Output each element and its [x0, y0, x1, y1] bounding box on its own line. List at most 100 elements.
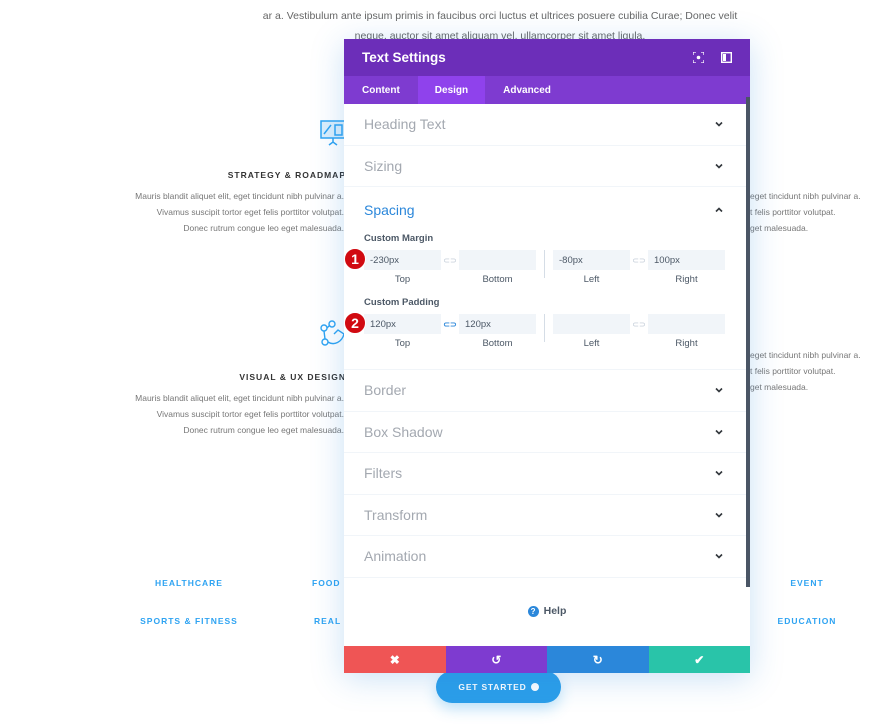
padding-left-label: Left: [583, 338, 600, 349]
section-label: Filters: [364, 465, 403, 482]
service-description: eget tincidunt nibh pulvinar a. t felis …: [750, 347, 880, 395]
margin-left-input[interactable]: [553, 250, 630, 270]
chevron-down-icon: [715, 388, 723, 393]
service-line: eget tincidunt nibh pulvinar a.: [750, 191, 861, 201]
padding-bottom-label: Bottom: [482, 338, 513, 349]
chevron-down-icon: [715, 429, 723, 435]
section-label: Animation: [364, 548, 427, 565]
section-animation[interactable]: Animation: [344, 536, 750, 578]
tab-design[interactable]: Design: [417, 76, 486, 104]
tab-bar: Content Design Advanced: [344, 76, 750, 104]
text-settings-modal: Text Settings Content Design Advanced He…: [344, 39, 750, 673]
chevron-down-icon: [715, 163, 723, 169]
padding-top-input[interactable]: [364, 314, 441, 334]
section-sizing[interactable]: Sizing: [344, 146, 750, 187]
service-line: Donec rutrum congue leo eget malesuada.: [183, 223, 344, 233]
section-label: Transform: [364, 506, 428, 523]
service-line: Mauris blandit aliquet elit, eget tincid…: [135, 393, 344, 403]
service-line: Mauris blandit aliquet elit, eget tincid…: [135, 191, 344, 201]
modal-footer: ✖ ↺ ↻ ✔: [344, 646, 750, 673]
margin-right-label: Right: [675, 274, 698, 285]
service-description: Mauris blandit aliquet elit, eget tincid…: [124, 188, 344, 236]
chevron-down-icon: [715, 122, 723, 127]
service-line: get malesuada.: [750, 223, 809, 233]
section-label: Heading Text: [364, 116, 446, 133]
service-description: Mauris blandit aliquet elit, eget tincid…: [124, 390, 344, 438]
padding-top-label: Top: [394, 338, 411, 349]
redo-icon: ↻: [592, 652, 603, 667]
modal-header: Text Settings: [344, 39, 750, 76]
industry-link[interactable]: EDUCATION: [737, 616, 877, 626]
step-badge: 1: [344, 248, 366, 270]
chevron-down-icon: [715, 471, 723, 476]
padding-bottom-input[interactable]: [459, 314, 536, 334]
settings-body: Heading Text Sizing Spacing Custom Margi…: [344, 104, 750, 615]
industry-link[interactable]: EVENT: [737, 578, 877, 588]
help-label: Help: [543, 605, 567, 617]
close-icon: ✖: [389, 652, 400, 667]
padding-right-input[interactable]: [648, 314, 725, 334]
chevron-down-icon: [715, 554, 723, 559]
industry-link[interactable]: FOOD &: [282, 578, 352, 588]
custom-padding-group: 2 Top ⊂⊃ Bottom Left: [344, 312, 730, 349]
service-line: Vivamus suscipit tortor eget felis portt…: [156, 409, 344, 419]
link-active-icon[interactable]: ⊂⊃: [441, 314, 459, 334]
step-badge: 2: [344, 312, 366, 334]
industry-link[interactable]: REAL E: [282, 616, 352, 626]
margin-bottom-label: Bottom: [482, 274, 513, 285]
section-label: Sizing: [364, 157, 403, 174]
divider: [544, 250, 545, 278]
service-line: t felis porttitor volutpat.: [750, 366, 836, 376]
section-filters[interactable]: Filters: [344, 453, 750, 495]
custom-padding-label: Custom Padding: [364, 297, 440, 308]
service-line: get malesuada.: [750, 382, 809, 392]
spacing-header[interactable]: Spacing: [364, 187, 730, 233]
industry-link[interactable]: SPORTS & FITNESS: [119, 616, 259, 626]
service-title: VISUAL & UX DESIGN: [239, 372, 346, 382]
discard-button[interactable]: ✖: [344, 646, 446, 673]
custom-margin-group: 1 Top ⊂⊃ Bottom Left: [344, 248, 730, 285]
divider: [544, 314, 545, 342]
section-box-shadow[interactable]: Box Shadow: [344, 412, 750, 453]
chevron-down-icon: [715, 512, 723, 518]
service-line: t felis porttitor volutpat.: [750, 207, 836, 217]
section-heading-text[interactable]: Heading Text: [344, 104, 750, 146]
section-label: Box Shadow: [364, 423, 443, 440]
fullscreen-icon[interactable]: [693, 52, 704, 63]
service-description: eget tincidunt nibh pulvinar a. t felis …: [750, 188, 880, 236]
margin-left-label: Left: [583, 274, 600, 285]
section-border[interactable]: Border: [344, 370, 750, 412]
help-link[interactable]: ? Help: [344, 605, 750, 617]
link-icon[interactable]: ⊂⊃: [630, 314, 648, 334]
section-label: Border: [364, 382, 407, 399]
service-line: Vivamus suscipit tortor eget felis portt…: [156, 207, 344, 217]
undo-button[interactable]: ↺: [445, 646, 547, 673]
link-icon[interactable]: ⊂⊃: [441, 250, 459, 270]
service-title: STRATEGY & ROADMAP: [227, 170, 346, 180]
presentation-board-icon: [320, 120, 346, 146]
section-transform[interactable]: Transform: [344, 495, 750, 536]
modal-title: Text Settings: [362, 50, 446, 65]
industry-link[interactable]: HEALTHCARE: [119, 578, 259, 588]
save-button[interactable]: ✔: [648, 646, 750, 673]
margin-bottom-input[interactable]: [459, 250, 536, 270]
margin-top-input[interactable]: [364, 250, 441, 270]
section-spacing: Spacing Custom Margin 1 Top ⊂⊃ Bottom: [344, 187, 750, 370]
section-label: Spacing: [364, 202, 415, 218]
sidebar-toggle-icon[interactable]: [721, 52, 732, 63]
padding-right-label: Right: [675, 338, 698, 349]
get-started-button[interactable]: GET STARTED: [436, 671, 561, 703]
padding-left-input[interactable]: [553, 314, 630, 334]
link-icon[interactable]: ⊂⊃: [630, 250, 648, 270]
check-icon: ✔: [694, 652, 705, 667]
tab-content[interactable]: Content: [344, 76, 418, 104]
margin-right-input[interactable]: [648, 250, 725, 270]
arrow-circle-icon: [530, 683, 539, 691]
tab-advanced[interactable]: Advanced: [485, 76, 569, 104]
chevron-up-icon: [715, 207, 723, 213]
scrollbar[interactable]: [746, 97, 750, 587]
help-icon: ?: [527, 605, 539, 617]
redo-button[interactable]: ↻: [547, 646, 649, 673]
margin-top-label: Top: [394, 274, 411, 285]
touch-network-icon: [320, 320, 345, 346]
